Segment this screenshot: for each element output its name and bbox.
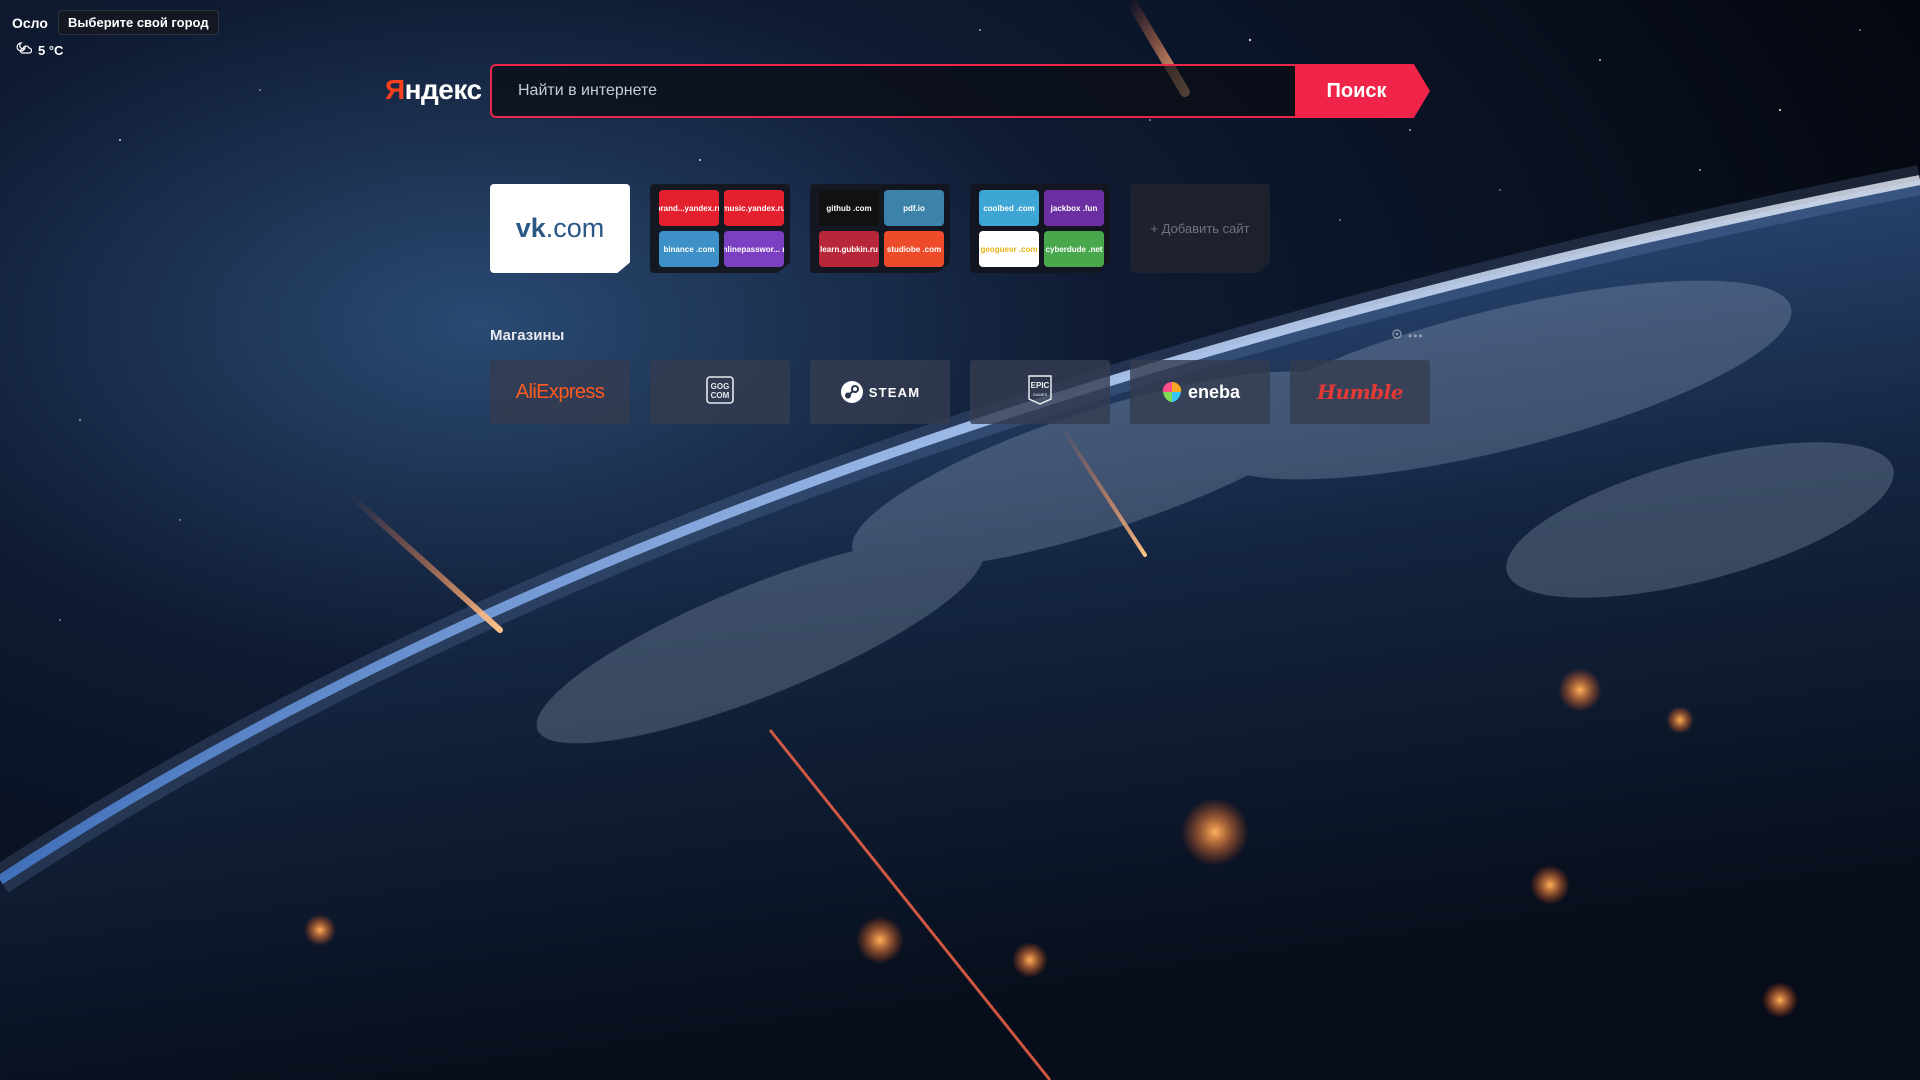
eneba-logo: eneba — [1160, 380, 1240, 404]
gog-logo-bottom: COM — [711, 391, 730, 400]
search-button[interactable]: Поиск — [1295, 64, 1430, 118]
yandex-logo-first-letter: Я — [385, 74, 405, 105]
gog-logo-top: GOG — [711, 382, 730, 391]
epic-games-logo: EPIC GAMES — [1028, 374, 1052, 410]
steam-logo: STEAM — [840, 380, 921, 404]
mini-tile[interactable]: github .com — [819, 190, 879, 226]
shop-gog[interactable]: GOG COM — [650, 360, 790, 424]
gear-icon[interactable] — [1391, 327, 1403, 345]
shop-steam[interactable]: STEAM — [810, 360, 950, 424]
mini-tile[interactable]: cyberdude .net — [1044, 231, 1104, 267]
shops-row: AliExpress GOG COM STEAM EPIC GAMES eneb… — [490, 360, 1430, 424]
eneba-logo-text: eneba — [1187, 381, 1241, 402]
vk-label-rest: .com — [545, 213, 605, 243]
mini-tile[interactable]: learn.gubkin.ru — [819, 231, 879, 267]
tile-group-1[interactable]: brand...yandex.ru music.yandex.ru binanc… — [650, 184, 790, 273]
temperature: 5 °C — [38, 43, 64, 58]
tile-group-2[interactable]: github .com pdf.io learn.gubkin.ru studi… — [810, 184, 950, 273]
more-options-icon[interactable]: ••• — [1408, 329, 1424, 343]
city-name[interactable]: Осло — [12, 15, 48, 31]
steam-logo-text: STEAM — [868, 384, 921, 400]
mini-tile[interactable]: binance .com — [659, 231, 719, 267]
space-wallpaper — [0, 0, 1920, 1080]
mini-tile[interactable]: studiobe .com — [884, 231, 944, 267]
mini-tile[interactable]: brand...yandex.ru — [659, 190, 719, 226]
steam-icon — [840, 381, 863, 403]
cloud-moon-icon — [16, 41, 33, 60]
tile-vk[interactable]: vk.com — [490, 184, 630, 273]
mini-tile[interactable]: music.yandex.ru — [724, 190, 784, 226]
tile-group-3[interactable]: coolbed .com jackbox .fun geoguesr .com … — [970, 184, 1110, 273]
shop-aliexpress[interactable]: AliExpress — [490, 360, 630, 424]
shop-epic-games[interactable]: EPIC GAMES — [970, 360, 1110, 424]
vk-label-bold: vk — [515, 213, 546, 243]
search-input[interactable] — [490, 64, 1295, 118]
gog-logo: GOG COM — [706, 375, 734, 409]
eneba-icon — [1162, 382, 1182, 402]
earth-from-space-image — [0, 0, 1920, 1080]
yandex-logo[interactable]: Яндекс — [385, 74, 482, 106]
shops-section-title: Магазины — [490, 327, 565, 344]
mini-tile[interactable]: onlinepasswor... ru — [724, 231, 784, 267]
speed-dial: vk.com brand...yandex.ru music.yandex.ru… — [490, 184, 1270, 273]
shop-eneba[interactable]: eneba — [1130, 360, 1270, 424]
epic-logo-top: EPIC — [1031, 381, 1050, 390]
add-site-button[interactable]: + Добавить сайт — [1130, 184, 1270, 273]
shop-humble[interactable]: Humble — [1290, 360, 1430, 424]
humble-logo: Humble — [1317, 380, 1403, 404]
vk-tile-label: vk.com — [516, 213, 605, 244]
mini-tile[interactable]: coolbed .com — [979, 190, 1039, 226]
mini-tile[interactable]: pdf.io — [884, 190, 944, 226]
choose-city-tooltip[interactable]: Выберите свой город — [57, 10, 219, 35]
weather-widget: Осло Выберите свой город 5 °C — [12, 10, 219, 60]
yandex-logo-rest: ндекс — [404, 74, 482, 105]
shops-settings[interactable]: ••• — [1391, 327, 1424, 345]
add-site-label: + Добавить сайт — [1150, 221, 1250, 236]
aliexpress-logo: AliExpress — [515, 380, 605, 403]
mini-tile[interactable]: jackbox .fun — [1044, 190, 1104, 226]
search-form: Поиск — [490, 64, 1430, 118]
epic-logo-bottom: GAMES — [1033, 392, 1048, 397]
mini-tile[interactable]: geoguesr .com — [979, 231, 1039, 267]
